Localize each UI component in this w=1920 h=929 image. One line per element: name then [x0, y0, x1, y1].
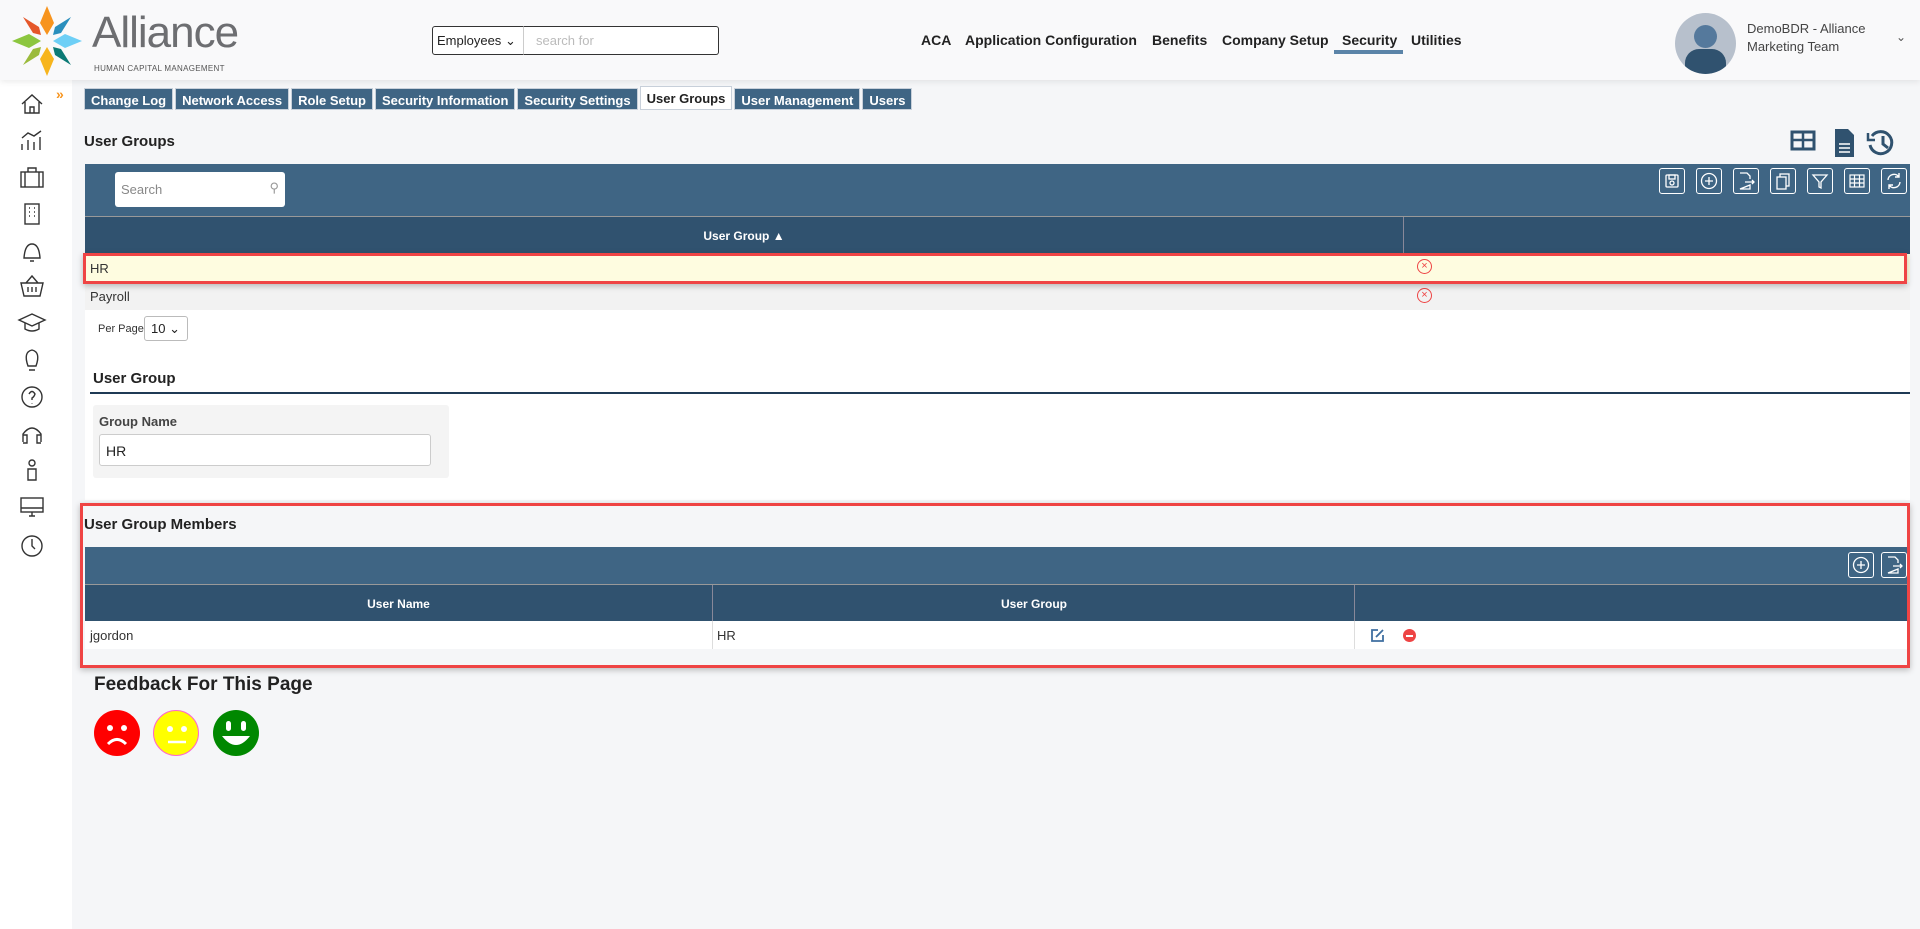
- person-icon[interactable]: [27, 459, 37, 481]
- refresh-icon: [1887, 173, 1901, 189]
- nav-company-setup[interactable]: Company Setup: [1222, 32, 1329, 48]
- export-button[interactable]: [1733, 168, 1759, 194]
- columns-button[interactable]: [1844, 168, 1870, 194]
- user-menu-chevron-icon[interactable]: ⌄: [1896, 30, 1906, 44]
- nav-application-configuration[interactable]: Application Configuration: [965, 32, 1137, 48]
- delete-icon[interactable]: ×: [1417, 288, 1432, 303]
- briefcase-icon[interactable]: [20, 167, 44, 188]
- search-icon: ⚲: [269, 180, 279, 195]
- tab-users[interactable]: Users: [862, 88, 913, 110]
- tab-change-log[interactable]: Change Log: [84, 88, 174, 110]
- grid-search-input[interactable]: Search ⚲: [115, 172, 285, 207]
- security-tabs: Change Log Network Access Role Setup Sec…: [84, 86, 913, 110]
- search-scope-select[interactable]: Employees ⌄: [432, 26, 524, 55]
- user-group-form-title: User Group: [93, 370, 176, 387]
- copy-button[interactable]: [1770, 168, 1796, 194]
- group-name-field: Group Name HR: [93, 405, 449, 478]
- logo-tagline: HUMAN CAPITAL MANAGEMENT: [94, 64, 225, 73]
- copy-icon: [1776, 173, 1790, 190]
- filter-button[interactable]: [1807, 168, 1833, 194]
- logo-text: Alliance: [92, 8, 239, 57]
- per-page-select[interactable]: 10 ⌄: [144, 316, 188, 341]
- basket-icon[interactable]: [20, 274, 44, 297]
- highlight-box: [83, 253, 1907, 284]
- lightbulb-icon[interactable]: [25, 349, 39, 371]
- help-icon[interactable]: [21, 386, 43, 408]
- search-scope-value: Employees: [437, 33, 502, 48]
- bell-icon[interactable]: [23, 243, 41, 262]
- global-search-input[interactable]: search for: [523, 26, 719, 55]
- groups-toolbar: Search ⚲: [85, 164, 1910, 216]
- tab-role-setup[interactable]: Role Setup: [291, 88, 373, 110]
- history-icon[interactable]: [1866, 130, 1894, 156]
- clock-icon[interactable]: [21, 535, 43, 557]
- column-user-group[interactable]: User Group ▲: [85, 229, 1403, 243]
- grid-view-icon[interactable]: [1790, 130, 1816, 151]
- analytics-icon[interactable]: [21, 130, 42, 150]
- headphones-icon[interactable]: [22, 427, 42, 444]
- page-title: User Groups: [84, 133, 175, 150]
- active-nav-indicator: [1334, 50, 1403, 54]
- neutral-face-icon[interactable]: [153, 710, 199, 756]
- chevron-down-icon: ⌄: [169, 321, 180, 336]
- export-icon: [1739, 172, 1755, 190]
- column-divider: [1403, 217, 1404, 255]
- document-icon[interactable]: [1835, 129, 1854, 157]
- monitor-icon[interactable]: [20, 497, 44, 517]
- save-icon: [1665, 174, 1679, 188]
- tab-network-access[interactable]: Network Access: [175, 88, 290, 110]
- nav-benefits[interactable]: Benefits: [1152, 32, 1207, 48]
- groups-header-row: User Group ▲: [85, 216, 1910, 255]
- refresh-button[interactable]: [1881, 168, 1907, 194]
- group-name-input[interactable]: HR: [99, 434, 431, 466]
- nav-security[interactable]: Security: [1342, 32, 1397, 48]
- feedback-title: Feedback For This Page: [94, 674, 313, 695]
- highlight-box: [80, 503, 1910, 668]
- sidebar-icons: [17, 94, 47, 557]
- tab-user-groups[interactable]: User Groups: [639, 86, 733, 110]
- happy-face-icon[interactable]: [213, 710, 259, 756]
- building-icon[interactable]: [24, 203, 40, 225]
- group-name-label: Group Name: [99, 414, 178, 429]
- user-name[interactable]: DemoBDR - Alliance Marketing Team: [1747, 20, 1866, 56]
- nav-aca[interactable]: ACA: [921, 32, 951, 48]
- group-name-cell: Payroll: [90, 288, 130, 304]
- plus-circle-icon: [1700, 172, 1718, 190]
- sad-face-icon[interactable]: [94, 710, 140, 756]
- toolbar-buttons: [1659, 168, 1907, 194]
- view-icons: [1790, 129, 1894, 157]
- top-header: Alliance HUMAN CAPITAL MANAGEMENT Employ…: [0, 0, 1920, 80]
- nav-utilities[interactable]: Utilities: [1411, 32, 1462, 48]
- add-button[interactable]: [1696, 168, 1722, 194]
- avatar[interactable]: [1675, 13, 1736, 74]
- divider: [90, 392, 1910, 394]
- save-button[interactable]: [1659, 168, 1685, 194]
- tab-user-management[interactable]: User Management: [734, 88, 861, 110]
- table-icon: [1849, 174, 1865, 188]
- chevron-down-icon: ⌄: [504, 33, 516, 48]
- home-icon[interactable]: [21, 94, 43, 114]
- per-page-label: Per Page: [98, 323, 144, 335]
- tab-security-information[interactable]: Security Information: [374, 88, 516, 110]
- tab-security-settings[interactable]: Security Settings: [517, 88, 638, 110]
- filter-icon: [1811, 174, 1829, 190]
- table-row[interactable]: Payroll ×: [85, 282, 1910, 310]
- graduation-cap-icon[interactable]: [17, 313, 47, 332]
- alliance-logo-icon: [12, 6, 82, 76]
